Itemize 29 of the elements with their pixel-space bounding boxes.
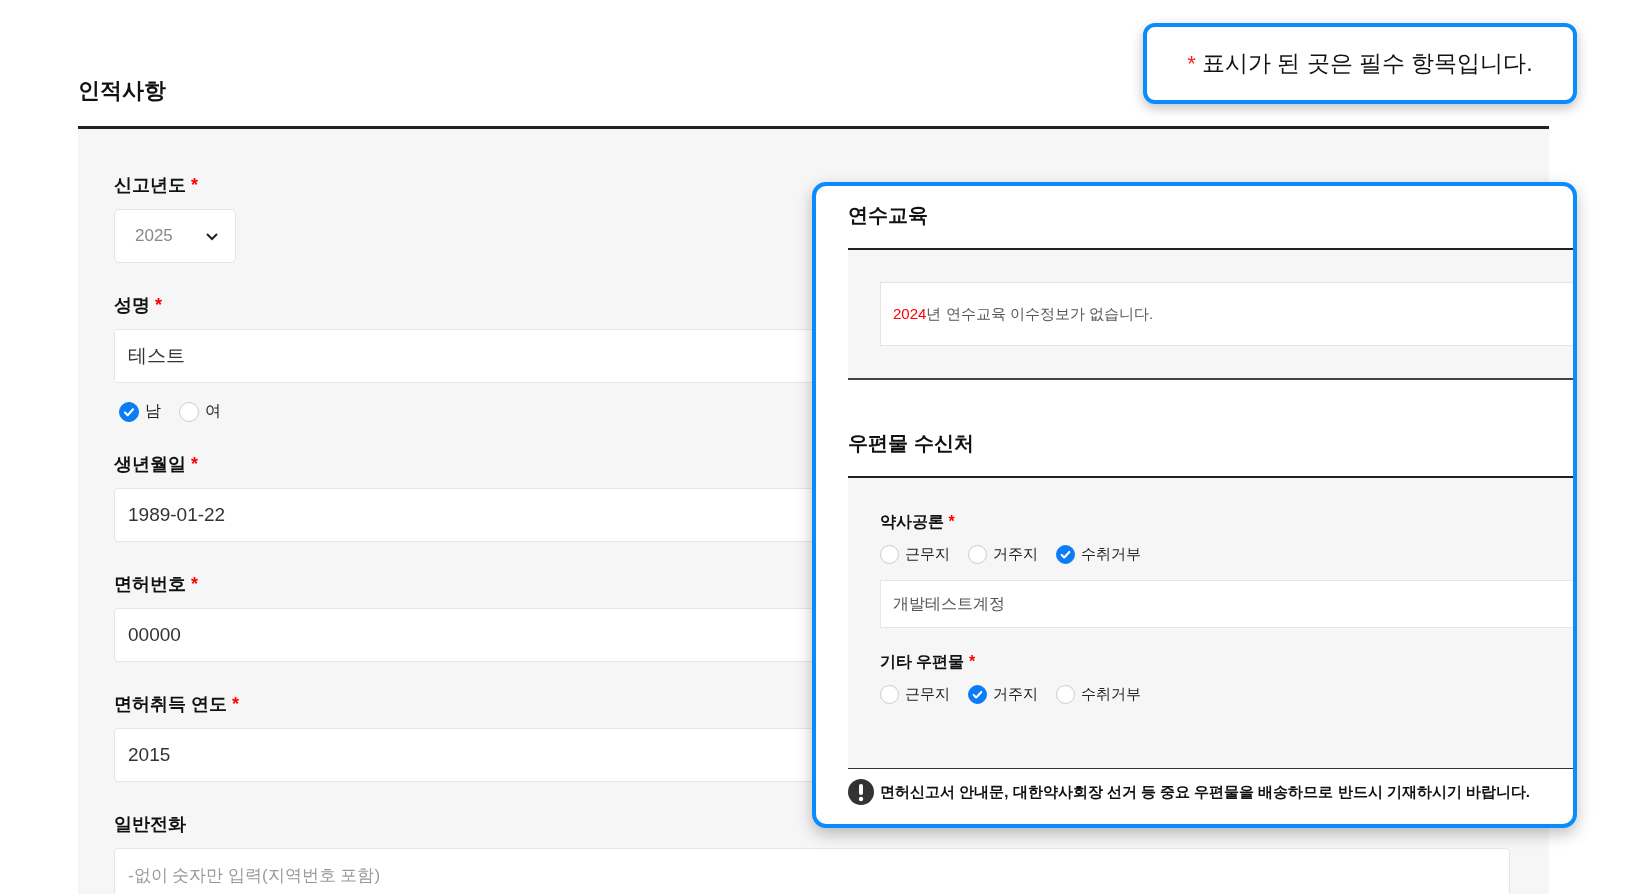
radio-label: 거주지 <box>993 545 1038 564</box>
section-title: 우편물 수신처 <box>848 431 975 456</box>
message-text: 2024년 연수교육 이수정보가 없습니다. <box>893 304 1154 324</box>
radio-label: 남 <box>145 401 161 421</box>
radio-label: 수취거부 <box>1081 685 1141 704</box>
warning-text: 면허신고서 안내문, 대한약사회장 선거 등 중요 우편물을 배송하므로 반드시 기재하시기 바랍니다. <box>880 782 1530 802</box>
field-label: 약사공론 <box>880 513 944 530</box>
field-label: 성명 <box>114 295 150 315</box>
field-label: 기타 우편물 <box>880 653 965 670</box>
required-mark: * <box>232 694 240 714</box>
notice-text: 표시가 된 곳은 필수 항목입니다. <box>1201 49 1533 78</box>
field-label: 생년월일 <box>114 454 186 474</box>
radio-label: 여 <box>205 401 221 421</box>
required-mark: * <box>191 454 199 474</box>
required-mark: * <box>191 574 199 594</box>
radio-label: 근무지 <box>905 545 950 564</box>
radio-label: 근무지 <box>905 685 950 704</box>
required-mark: * <box>191 175 199 195</box>
required-mark: * <box>155 295 163 315</box>
required-mark: * <box>968 653 976 670</box>
field-label: 면허번호 <box>114 574 186 594</box>
radio-label: 수취거부 <box>1081 545 1141 564</box>
section-title: 연수교육 <box>848 203 929 228</box>
radio-label: 거주지 <box>993 685 1038 704</box>
required-mark: * <box>1187 50 1196 77</box>
required-mark: * <box>948 513 955 530</box>
field-label: 면허취득 연도 <box>114 694 227 714</box>
field-label: 일반전화 <box>114 814 186 834</box>
field-label: 신고년도 <box>114 175 186 195</box>
